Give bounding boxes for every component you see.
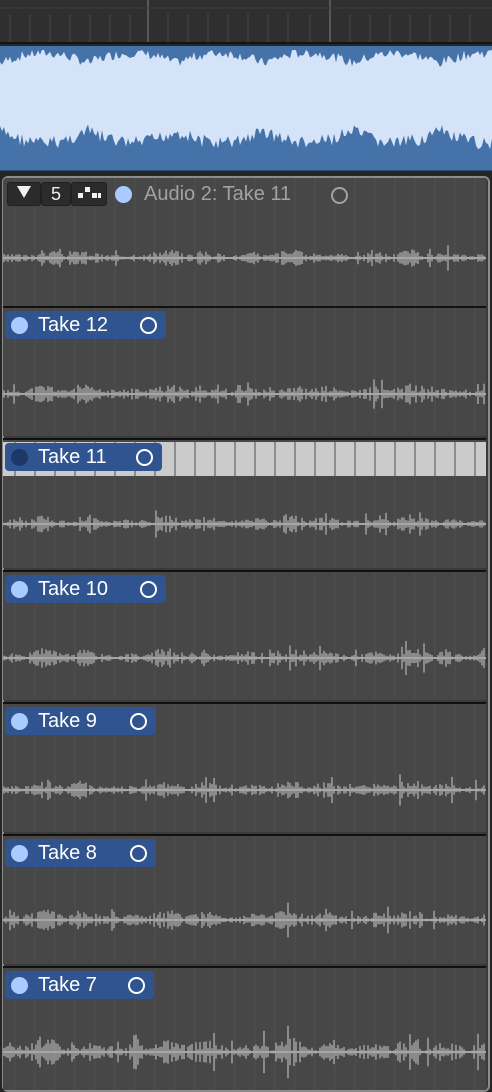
take-label: Take 10 (38, 577, 109, 600)
take-color-dot (11, 844, 28, 862)
take-label: Take 12 (38, 313, 109, 336)
take-region-11[interactable]: Take 11 (5, 443, 162, 471)
take-color-dot (11, 976, 28, 994)
comp-waveform (0, 50, 492, 150)
quick-swipe-comping-button[interactable] (71, 182, 107, 206)
take-label: Take 11 (38, 445, 107, 468)
take-label: Take 9 (38, 709, 97, 732)
record-enable-icon[interactable] (331, 187, 348, 204)
take-folder-color-dot (115, 186, 132, 203)
take-lane[interactable]: Take 7 (3, 966, 486, 1090)
ruler-ticks (0, 0, 492, 42)
record-enable-icon[interactable] (130, 712, 147, 730)
take-label: Take 7 (38, 973, 97, 996)
folder-disclosure-button[interactable] (7, 182, 41, 206)
take-folder-header: 5 Audio 2: Take 11 (3, 178, 486, 212)
record-enable-icon[interactable] (128, 976, 145, 994)
take-lane[interactable]: Take 10 (3, 570, 486, 700)
quick-swipe-comping-icon (76, 185, 102, 204)
take-count-badge[interactable]: 5 (41, 182, 71, 206)
take-region-7[interactable]: Take 7 (5, 971, 154, 999)
take-count: 5 (50, 183, 61, 204)
take-color-dot (11, 580, 28, 598)
record-enable-icon[interactable] (130, 844, 147, 862)
take-color-dot (11, 712, 28, 730)
take-lane[interactable]: Take 8 (3, 834, 486, 964)
take-region-9[interactable]: Take 9 (5, 707, 156, 735)
take-region-12[interactable]: Take 12 (5, 311, 166, 339)
comp-region-waveform[interactable] (0, 46, 492, 171)
take-lane[interactable]: Take 9 (3, 702, 486, 832)
record-enable-icon[interactable] (140, 316, 157, 334)
take-region-8[interactable]: Take 8 (5, 839, 156, 867)
take-folder-title: Audio 2: Take 11 (144, 183, 292, 205)
take-color-dot (11, 316, 28, 334)
take-color-dot (11, 448, 28, 466)
triangle-down-icon (16, 185, 32, 204)
take-region-10[interactable]: Take 10 (5, 575, 166, 603)
take-label: Take 8 (38, 841, 97, 864)
timeline-ruler[interactable] (0, 0, 492, 44)
take-lane[interactable]: Take 12 (3, 306, 486, 436)
take-lane-selected[interactable]: Take 11 (3, 438, 486, 568)
record-enable-icon[interactable] (136, 448, 153, 466)
record-enable-icon[interactable] (140, 580, 157, 598)
